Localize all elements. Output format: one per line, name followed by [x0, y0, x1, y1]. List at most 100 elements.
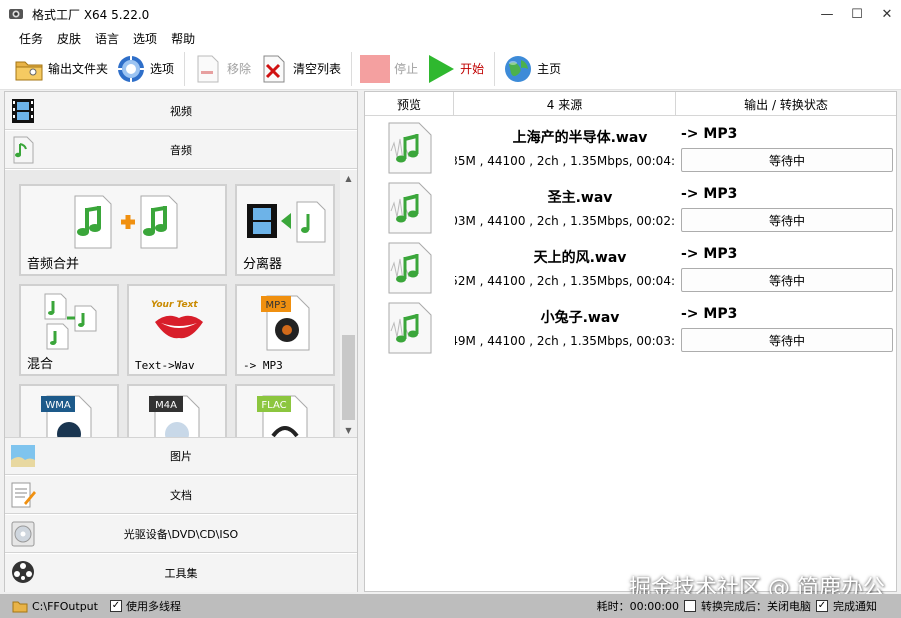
task-status-button[interactable]: 等待中: [681, 208, 893, 232]
category-disc[interactable]: 光驱设备\DVD\CD\ISO: [5, 515, 357, 553]
document-icon: [10, 481, 36, 509]
task-details-text: 1.52M , 44100 , 2ch , 1.35Mbps, 00:04:: [455, 274, 675, 288]
audio-file-icon: [388, 302, 432, 354]
task-target-format: -> MP3: [681, 186, 738, 202]
scroll-up-icon[interactable]: ▲: [340, 170, 357, 186]
gear-icon: [116, 54, 146, 84]
toolbar-separator: [351, 51, 353, 86]
column-source[interactable]: 4 来源: [454, 92, 676, 116]
flac-badge-text: FLAC: [261, 400, 286, 411]
menu-task[interactable]: 任务: [19, 30, 43, 47]
task-details-text: 1.35M , 44100 , 2ch , 1.35Mbps, 00:04:: [455, 154, 675, 168]
task-row[interactable]: 天上的风.wav 1.52M , 44100 , 2ch , 1.35Mbps,…: [365, 238, 896, 298]
window-controls: — ☐ ✕: [811, 0, 901, 28]
multithread-label: 使用多线程: [125, 600, 181, 613]
clear-list-label: 清空列表: [293, 62, 342, 76]
category-audio[interactable]: 音频: [5, 131, 357, 169]
tile-to-mp3[interactable]: MP3 -> MP3: [235, 284, 335, 376]
remove-label: 移除: [227, 62, 252, 76]
task-list-header: 预览 4 来源 输出 / 转换状态: [365, 92, 896, 116]
task-filename: 圣主.wav: [547, 190, 613, 206]
app-logo-icon: [9, 9, 23, 19]
audio-merge-icon: [74, 195, 178, 249]
folder-icon: [14, 54, 44, 84]
task-filename: 上海产的半导体.wav: [512, 130, 648, 146]
task-row[interactable]: 圣主.wav 1.03M , 44100 , 2ch , 1.35Mbps, 0…: [365, 178, 896, 238]
category-video[interactable]: 视频: [5, 92, 357, 130]
tile-to-flac[interactable]: FLAC: [235, 384, 335, 438]
minimize-button[interactable]: —: [813, 0, 841, 28]
task-row[interactable]: 上海产的半导体.wav 1.35M , 44100 , 2ch , 1.35Mb…: [365, 118, 896, 178]
folder-icon[interactable]: [12, 600, 28, 613]
column-preview[interactable]: 预览: [365, 92, 454, 116]
window-title: 格式工厂 X64 5.22.0: [32, 7, 150, 22]
globe-icon: [503, 54, 533, 84]
stop-icon: [360, 54, 391, 84]
tile-mix[interactable]: 混合: [19, 284, 119, 376]
category-audio-label: 音频: [170, 143, 192, 157]
tile-mix-label: 混合: [27, 357, 54, 372]
scroll-thumb[interactable]: [342, 335, 355, 420]
category-tools[interactable]: 工具集: [5, 554, 357, 592]
home-button[interactable]: 主页: [503, 51, 561, 87]
category-picture[interactable]: 图片: [5, 437, 357, 475]
menu-skin[interactable]: 皮肤: [57, 30, 81, 47]
tile-text-to-wav-label: Text->Wav: [135, 359, 195, 372]
task-row[interactable]: 小兔子.wav 1.49M , 44100 , 2ch , 1.35Mbps, …: [365, 298, 896, 358]
output-folder-button[interactable]: 输出文件夹: [14, 51, 108, 87]
music-note-icon: [10, 136, 36, 164]
shutdown-label: 转换完成后：关闭电脑: [701, 600, 811, 613]
mp3-file-icon: MP3: [261, 295, 310, 351]
lips-icon: [155, 315, 203, 339]
menu-help[interactable]: 帮助: [171, 30, 195, 47]
m4a-badge-text: M4A: [155, 400, 177, 411]
tile-audio-merge-label: 音频合并: [27, 257, 80, 272]
stop-label: 停止: [394, 62, 419, 76]
category-tools-label: 工具集: [164, 567, 198, 580]
menu-options[interactable]: 选项: [133, 30, 157, 47]
output-path[interactable]: C:\FFOutput: [32, 600, 98, 613]
maximize-button[interactable]: ☐: [843, 0, 871, 28]
title-bar: 格式工厂 X64 5.22.0 — ☐ ✕: [0, 0, 901, 28]
category-pane: 视频 音频 音频合并 分离器 混合 Your Text Text->Wav MP…: [4, 91, 358, 592]
menu-language[interactable]: 语言: [95, 30, 119, 47]
home-label: 主页: [537, 62, 562, 76]
picture-icon: [10, 442, 36, 470]
notify-checkbox[interactable]: ✓: [816, 600, 828, 612]
task-status-button[interactable]: 等待中: [681, 328, 893, 352]
shutdown-checkbox[interactable]: [684, 600, 696, 612]
stop-button[interactable]: 停止: [360, 51, 418, 87]
tile-to-m4a[interactable]: M4A: [127, 384, 227, 438]
audio-file-icon: [388, 122, 432, 174]
wma-badge-text: WMA: [45, 400, 71, 411]
tile-text-to-wav[interactable]: Your Text Text->Wav: [127, 284, 227, 376]
task-details-text: 1.49M , 44100 , 2ch , 1.35Mbps, 00:03:: [455, 334, 675, 348]
splitter-icon: [247, 201, 326, 243]
flac-file-icon: FLAC: [257, 395, 308, 438]
audio-tools-grid: 音频合并 分离器 混合 Your Text Text->Wav MP3 -> M…: [5, 170, 357, 438]
multithread-checkbox[interactable]: ✓: [109, 600, 122, 612]
remove-button[interactable]: 移除: [193, 51, 251, 87]
audio-file-icon: [388, 182, 432, 234]
toolbar-separator: [184, 51, 186, 86]
task-target-format: -> MP3: [681, 126, 738, 142]
column-output[interactable]: 输出 / 转换状态: [676, 92, 896, 116]
close-button[interactable]: ✕: [873, 0, 901, 28]
mp3-badge-text: MP3: [265, 300, 286, 311]
task-details-text: 1.03M , 44100 , 2ch , 1.35Mbps, 00:02:: [455, 214, 675, 228]
task-status-button[interactable]: 等待中: [681, 268, 893, 292]
scroll-down-icon[interactable]: ▼: [340, 422, 357, 438]
task-status-button[interactable]: 等待中: [681, 148, 893, 172]
options-label: 选项: [150, 62, 175, 76]
film-reel-icon: [10, 559, 36, 587]
tile-audio-merge[interactable]: 音频合并: [19, 184, 227, 276]
clear-list-button[interactable]: 清空列表: [259, 51, 341, 87]
task-target-format: -> MP3: [681, 246, 738, 262]
category-document[interactable]: 文档: [5, 476, 357, 514]
start-button[interactable]: 开始: [426, 51, 484, 87]
tile-splitter[interactable]: 分离器: [235, 184, 335, 276]
tiles-scrollbar[interactable]: ▲ ▼: [340, 170, 357, 438]
task-details: 1.03M , 44100 , 2ch , 1.35Mbps, 00:02:: [455, 214, 675, 228]
options-button[interactable]: 选项: [116, 51, 174, 87]
tile-to-wma[interactable]: WMA: [19, 384, 119, 438]
